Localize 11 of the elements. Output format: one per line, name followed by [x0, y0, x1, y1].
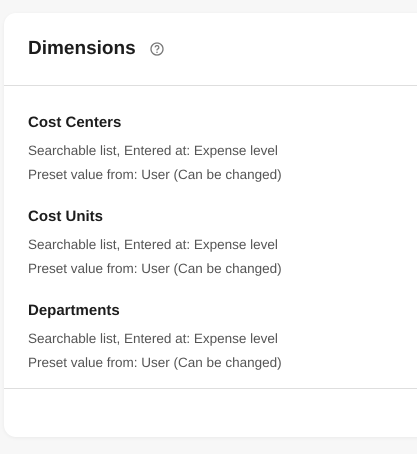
dimension-name: Departments — [28, 301, 121, 321]
card-title: Dimensions — [28, 38, 136, 60]
dimension-detail: Preset value from: User (Can be changed) — [28, 354, 283, 372]
help-icon[interactable] — [150, 42, 164, 56]
dimension-detail: Preset value from: User (Can be changed) — [28, 166, 283, 184]
dimension-detail: Searchable list, Entered at: Expense level — [28, 330, 279, 348]
dimension-detail: Searchable list, Entered at: Expense level — [28, 236, 279, 254]
dimension-detail: Searchable list, Entered at: Expense level — [28, 142, 279, 160]
dimension-name: Cost Units — [28, 207, 104, 227]
dimension-name: Cost Centers — [28, 113, 122, 133]
dimension-detail: Preset value from: User (Can be changed) — [28, 260, 283, 278]
